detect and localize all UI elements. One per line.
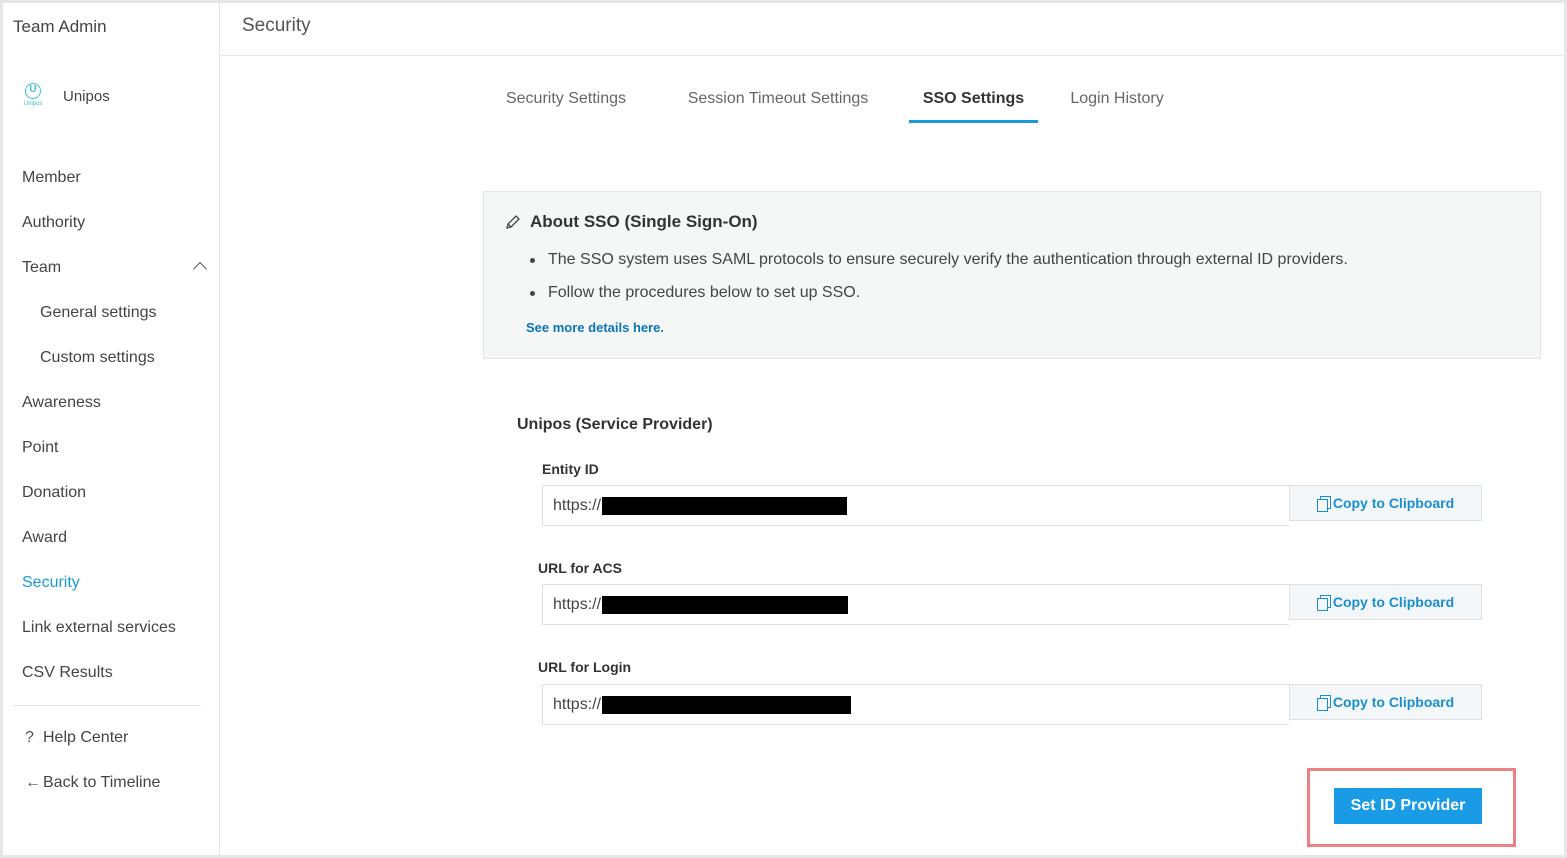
help-center-link[interactable]: ? Help Center bbox=[3, 715, 219, 760]
sidebar-item-general-settings[interactable]: General settings bbox=[3, 290, 219, 335]
acs-url-row: https:// Copy to Clipboard bbox=[542, 584, 1482, 625]
service-provider-title: Unipos (Service Provider) bbox=[517, 416, 713, 433]
sso-info-box: About SSO (Single Sign-On) The SSO syste… bbox=[483, 191, 1541, 359]
login-url-row: https:// Copy to Clipboard bbox=[542, 684, 1482, 725]
list-item: Follow the procedures below to set up SS… bbox=[530, 283, 1348, 316]
login-url-field[interactable]: https:// bbox=[542, 684, 1289, 725]
sidebar-item-link-external-services[interactable]: Link external services bbox=[3, 605, 219, 650]
field-value-prefix: https:// bbox=[553, 595, 602, 613]
field-value-prefix: https:// bbox=[553, 496, 602, 514]
sidebar-item-csv-results[interactable]: CSV Results bbox=[3, 650, 219, 695]
sidebar-title: Team Admin bbox=[13, 17, 107, 36]
sidebar-divider bbox=[13, 705, 201, 706]
list-item: The SSO system uses SAML protocols to en… bbox=[530, 250, 1348, 283]
tab-login-history[interactable]: Login History bbox=[1062, 78, 1172, 123]
entity-id-row: https:// Copy to Clipboard bbox=[542, 485, 1482, 526]
copy-button-label: Copy to Clipboard bbox=[1332, 594, 1455, 610]
chevron-up-icon[interactable] bbox=[192, 261, 208, 277]
tab-bar: Security Settings Session Timeout Settin… bbox=[0, 78, 1567, 128]
redacted-value bbox=[602, 496, 848, 515]
redacted-value bbox=[602, 695, 852, 714]
clipboard-icon bbox=[1316, 495, 1331, 512]
sidebar-item-point[interactable]: Point bbox=[3, 425, 219, 470]
clipboard-icon bbox=[1316, 594, 1331, 611]
pencil-icon bbox=[504, 213, 522, 231]
page-title: Security bbox=[242, 15, 311, 36]
entity-id-field[interactable]: https:// bbox=[542, 485, 1289, 526]
acs-url-field[interactable]: https:// bbox=[542, 584, 1289, 625]
see-more-details-link[interactable]: See more details here. bbox=[526, 320, 664, 335]
sidebar-item-label: Team bbox=[22, 259, 62, 276]
field-value-prefix: https:// bbox=[553, 695, 602, 713]
login-url-label: URL for Login bbox=[538, 659, 632, 675]
copy-acs-url-button[interactable]: Copy to Clipboard bbox=[1289, 584, 1482, 620]
tab-sso-settings[interactable]: SSO Settings bbox=[909, 78, 1038, 123]
copy-login-url-button[interactable]: Copy to Clipboard bbox=[1289, 684, 1482, 720]
sidebar-item-donation[interactable]: Donation bbox=[3, 470, 219, 515]
back-to-timeline-link[interactable]: ← Back to Timeline bbox=[3, 760, 219, 805]
back-to-timeline-label: Back to Timeline bbox=[43, 774, 161, 791]
question-icon: ? bbox=[25, 729, 34, 746]
clipboard-icon bbox=[1316, 694, 1331, 711]
sidebar-item-award[interactable]: Award bbox=[3, 515, 219, 560]
arrow-left-icon: ← bbox=[25, 774, 41, 791]
copy-button-label: Copy to Clipboard bbox=[1332, 694, 1455, 710]
sidebar: Team Admin U Unipos Unipos Member Author… bbox=[3, 3, 220, 855]
sidebar-item-security[interactable]: Security bbox=[3, 560, 219, 605]
page-header: Security bbox=[220, 3, 1564, 56]
sidebar-item-authority[interactable]: Authority bbox=[3, 200, 219, 245]
info-title: About SSO (Single Sign-On) bbox=[530, 212, 758, 231]
entity-id-label: Entity ID bbox=[542, 461, 599, 477]
sidebar-item-team[interactable]: Team bbox=[3, 245, 219, 290]
sidebar-nav: Member Authority Team General settings C… bbox=[3, 155, 219, 695]
tab-session-timeout-settings[interactable]: Session Timeout Settings bbox=[680, 78, 876, 123]
help-center-label: Help Center bbox=[43, 729, 129, 746]
set-id-provider-button[interactable]: Set ID Provider bbox=[1334, 788, 1482, 824]
copy-button-label: Copy to Clipboard bbox=[1332, 495, 1455, 511]
redacted-value bbox=[602, 595, 849, 614]
copy-entity-id-button[interactable]: Copy to Clipboard bbox=[1289, 485, 1482, 521]
sidebar-item-awareness[interactable]: Awareness bbox=[3, 380, 219, 425]
window-frame bbox=[0, 0, 1567, 858]
sidebar-item-member[interactable]: Member bbox=[3, 155, 219, 200]
info-bullets: The SSO system uses SAML protocols to en… bbox=[530, 250, 1348, 316]
acs-url-label: URL for ACS bbox=[538, 560, 622, 576]
sidebar-item-custom-settings[interactable]: Custom settings bbox=[3, 335, 219, 380]
tab-security-settings[interactable]: Security Settings bbox=[496, 78, 636, 123]
sidebar-footer: ? Help Center ← Back to Timeline bbox=[3, 715, 219, 805]
